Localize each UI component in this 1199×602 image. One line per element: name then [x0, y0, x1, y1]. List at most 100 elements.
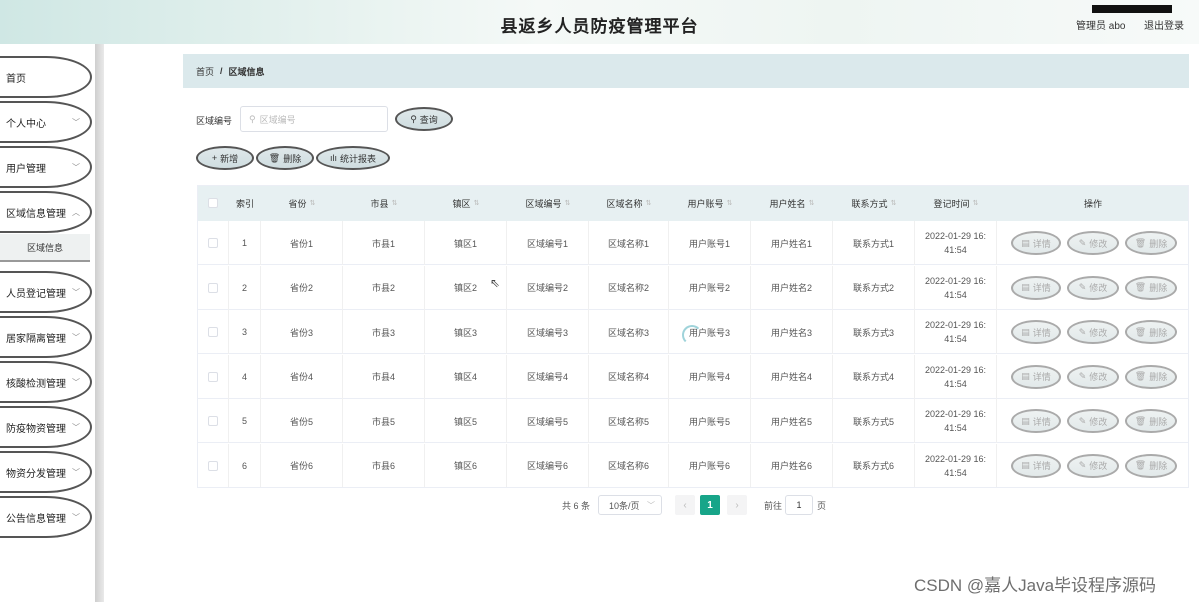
- edit-button[interactable]: ✎ 修改: [1067, 453, 1119, 478]
- sidebar-scrollbar[interactable]: [95, 44, 104, 602]
- edit-button[interactable]: ✎ 修改: [1067, 364, 1119, 389]
- delete-button[interactable]: 🗑 删除: [1125, 275, 1177, 300]
- query-button[interactable]: ⚲ 查询: [395, 107, 453, 131]
- row-checkbox[interactable]: [207, 327, 218, 337]
- sidebar-item-user-management[interactable]: 用户管理 ﹀: [0, 146, 92, 188]
- current-user: 管理员 abo: [1076, 21, 1126, 32]
- edit-button-label: 修改: [1089, 238, 1108, 249]
- trash-icon: 🗑: [1134, 415, 1147, 426]
- column-header[interactable]: 联系方式 ⇅: [833, 185, 915, 221]
- sidebar-item-nucleic-test[interactable]: 核酸检测管理 ﹀: [0, 361, 92, 403]
- sort-icon[interactable]: ⇅: [727, 199, 733, 207]
- add-button[interactable]: + 新增: [196, 146, 254, 170]
- detail-button-label: 详情: [1032, 416, 1051, 427]
- table-cell: 镇区4: [425, 354, 507, 399]
- table-cell: 用户账号6: [669, 443, 751, 488]
- delete-button[interactable]: 🗑 删除: [1125, 320, 1177, 344]
- row-checkbox[interactable]: [207, 238, 218, 248]
- row-select-cell[interactable]: [197, 310, 229, 354]
- detail-button[interactable]: ▤ 详情: [1011, 409, 1061, 433]
- row-select-cell[interactable]: [197, 221, 229, 265]
- table-cell: 6: [229, 443, 261, 488]
- breadcrumb-home[interactable]: 首页: [196, 65, 214, 78]
- delete-button[interactable]: 🗑 删除: [1125, 453, 1177, 478]
- edit-button[interactable]: ✎ 修改: [1067, 409, 1119, 433]
- sidebar-subitem-area-info[interactable]: 区域信息: [0, 234, 90, 262]
- table-row: 1 省份1 市县1 镇区1 区域编号1 区域名称1 用户账号1 用户姓名1 联系方式1 2022-…: [197, 221, 1189, 265]
- chevron-down-icon: ﹀: [72, 118, 80, 127]
- next-page-button[interactable]: ›: [727, 495, 747, 515]
- detail-button[interactable]: ▤ 详情: [1011, 275, 1061, 300]
- row-checkbox[interactable]: [207, 460, 218, 471]
- edit-button[interactable]: ✎ 修改: [1067, 231, 1119, 255]
- page-1-button[interactable]: 1: [700, 495, 720, 515]
- row-checkbox[interactable]: [207, 416, 218, 426]
- column-header[interactable]: 区域编号 ⇅: [507, 185, 589, 221]
- search-input[interactable]: ⚲ 区域编号: [240, 106, 388, 132]
- sidebar-item-distribution[interactable]: 物资分发管理 ﹀: [0, 451, 92, 493]
- batch-delete-button[interactable]: 🗑 删除: [256, 146, 314, 170]
- sort-icon[interactable]: ⇅: [646, 199, 652, 207]
- delete-button[interactable]: 🗑 删除: [1125, 364, 1177, 389]
- sort-icon[interactable]: ⇅: [891, 199, 897, 207]
- table-cell: 1: [229, 221, 261, 265]
- row-select-cell[interactable]: [197, 443, 229, 488]
- report-button[interactable]: ılı 统计报表: [316, 146, 390, 170]
- time-date: 2022-01-29 16:: [924, 453, 987, 464]
- time-clock: 41:54: [944, 467, 967, 478]
- table-cell: 省份5: [261, 399, 343, 443]
- registration-time-cell: 2022-01-29 16: 41:54: [915, 354, 997, 399]
- row-select-cell[interactable]: [197, 265, 229, 310]
- row-checkbox[interactable]: [207, 282, 218, 293]
- detail-button[interactable]: ▤ 详情: [1011, 364, 1061, 389]
- edit-button[interactable]: ✎ 修改: [1067, 320, 1119, 344]
- sort-icon[interactable]: ⇅: [809, 199, 815, 207]
- sidebar-item-person-registration[interactable]: 人员登记管理 ﹀: [0, 271, 92, 313]
- sidebar-item-home[interactable]: 首页: [0, 56, 92, 98]
- sidebar-item-announcements[interactable]: 公告信息管理 ﹀: [0, 496, 92, 538]
- detail-button-label: 详情: [1032, 238, 1051, 249]
- column-header[interactable]: 镇区 ⇅: [425, 185, 507, 221]
- sidebar-item-area-management[interactable]: 区域信息管理 ︿: [0, 191, 92, 233]
- column-header[interactable]: 登记时间 ⇅: [915, 185, 997, 221]
- select-all-column[interactable]: [197, 185, 229, 221]
- table-cell: 区域名称5: [589, 399, 669, 443]
- column-header[interactable]: 市县 ⇅: [343, 185, 425, 221]
- select-all-checkbox[interactable]: [208, 198, 218, 208]
- breadcrumb-current: 区域信息: [228, 66, 265, 77]
- bar-chart-icon: ılı: [329, 153, 337, 163]
- logout-link[interactable]: 退出登录: [1144, 17, 1184, 32]
- column-header[interactable]: 用户姓名 ⇅: [751, 185, 833, 221]
- document-icon: ▤: [1021, 460, 1030, 470]
- sidebar-item-home-isolation[interactable]: 居家隔离管理 ﹀: [0, 316, 92, 358]
- detail-button[interactable]: ▤ 详情: [1011, 453, 1061, 478]
- row-select-cell[interactable]: [197, 399, 229, 443]
- prev-page-button[interactable]: ‹: [675, 495, 695, 515]
- sort-icon[interactable]: ⇅: [310, 199, 316, 207]
- column-header[interactable]: 用户账号 ⇅: [669, 185, 751, 221]
- page-size-select[interactable]: 10条/页 ﹀: [598, 495, 662, 515]
- sidebar-item-supplies[interactable]: 防疫物资管理 ﹀: [0, 406, 92, 448]
- sidebar-item-label: 公告信息管理: [6, 513, 66, 525]
- table-cell: 省份4: [261, 354, 343, 399]
- sort-icon[interactable]: ⇅: [474, 199, 480, 207]
- sidebar-item-personal-center[interactable]: 个人中心 ﹀: [0, 101, 92, 143]
- sort-icon[interactable]: ⇅: [565, 199, 571, 207]
- delete-button[interactable]: 🗑 删除: [1125, 409, 1177, 433]
- sort-icon[interactable]: ⇅: [392, 199, 398, 207]
- sort-icon[interactable]: ⇅: [973, 199, 979, 207]
- row-select-cell[interactable]: [197, 354, 229, 399]
- column-header[interactable]: 省份 ⇅: [261, 185, 343, 221]
- table-cell: 区域编号2: [507, 265, 589, 310]
- table-cell: 区域编号5: [507, 399, 589, 443]
- delete-button-label: 删除: [1149, 461, 1168, 471]
- detail-button[interactable]: ▤ 详情: [1011, 320, 1061, 344]
- delete-button-label: 删除: [1149, 238, 1168, 249]
- delete-button[interactable]: 🗑 删除: [1125, 231, 1177, 255]
- column-header[interactable]: 区域名称 ⇅: [589, 185, 669, 221]
- row-checkbox[interactable]: [207, 371, 218, 382]
- goto-page-input[interactable]: 1: [785, 495, 813, 515]
- table-cell: 区域名称6: [589, 443, 669, 488]
- edit-button[interactable]: ✎ 修改: [1067, 275, 1119, 300]
- detail-button[interactable]: ▤ 详情: [1011, 231, 1061, 255]
